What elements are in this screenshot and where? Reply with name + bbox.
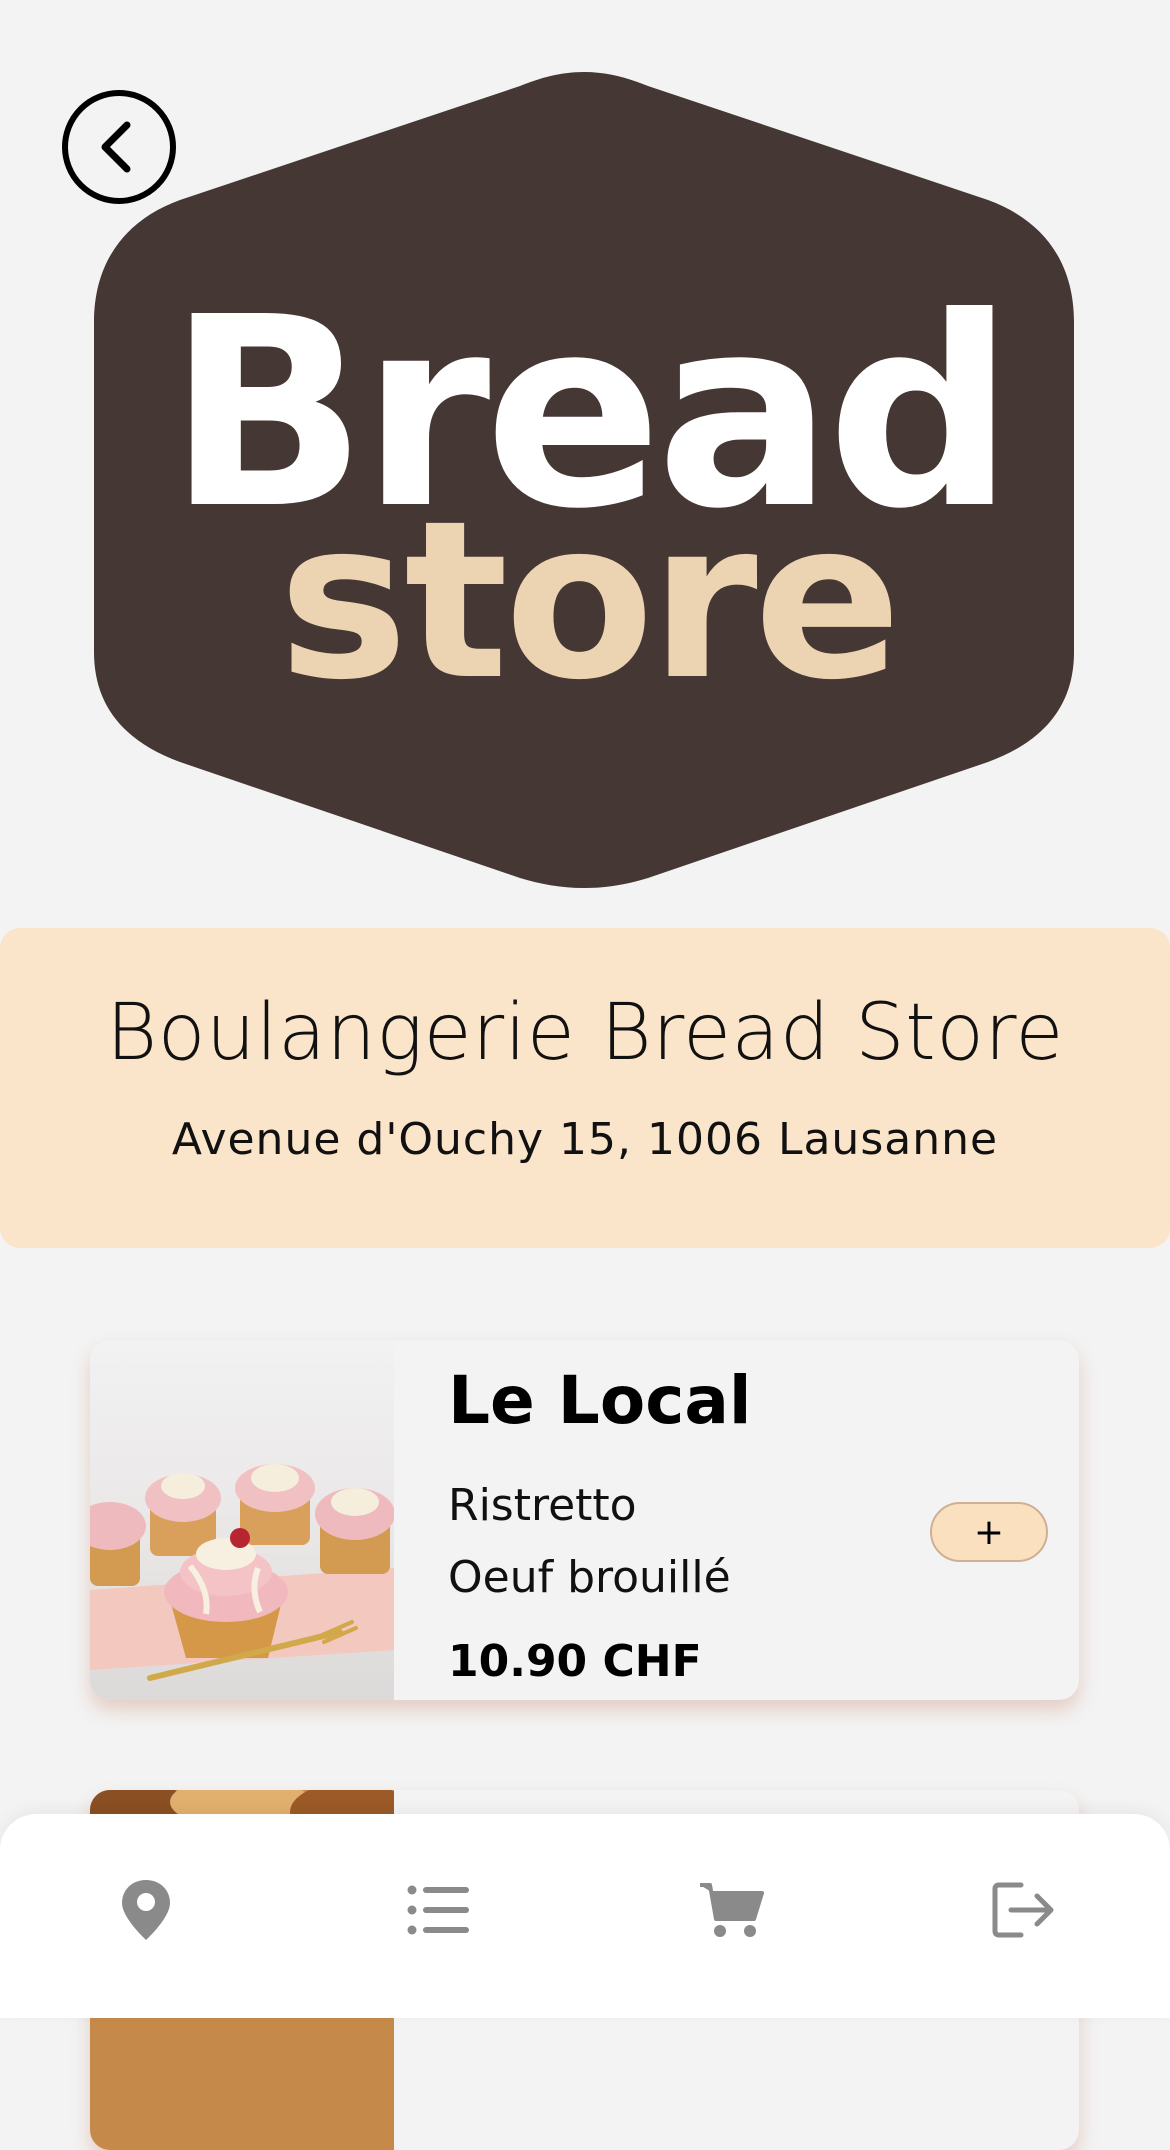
product-card[interactable]: Le Local Ristretto Oeuf brouillé 10.90 C… (90, 1340, 1079, 1700)
product-price: 10.90 CHF (448, 1636, 702, 1687)
store-info-panel: Boulangerie Bread Store Avenue d'Ouchy 1… (0, 928, 1170, 1248)
store-name: Boulangerie Bread Store (106, 988, 1064, 1078)
nav-list[interactable] (398, 1870, 478, 1950)
product-title: Le Local (448, 1362, 752, 1439)
location-pin-icon (122, 1880, 170, 1940)
list-icon (407, 1885, 469, 1935)
product-item: Oeuf brouillé (448, 1552, 731, 1603)
store-logo: Bread store (88, 72, 1080, 888)
nav-location[interactable] (106, 1870, 186, 1950)
store-address: Avenue d'Ouchy 15, 1006 Lausanne (171, 1114, 999, 1165)
logout-icon (992, 1882, 1054, 1938)
nav-cart[interactable] (692, 1870, 772, 1950)
product-image (90, 1340, 394, 1700)
cart-icon (700, 1883, 764, 1937)
nav-logout[interactable] (984, 1870, 1064, 1950)
product-item: Ristretto (448, 1480, 637, 1531)
add-to-cart-button[interactable]: + (930, 1502, 1048, 1562)
bottom-navigation (0, 1814, 1170, 2018)
logo-word-store: store (278, 475, 897, 728)
